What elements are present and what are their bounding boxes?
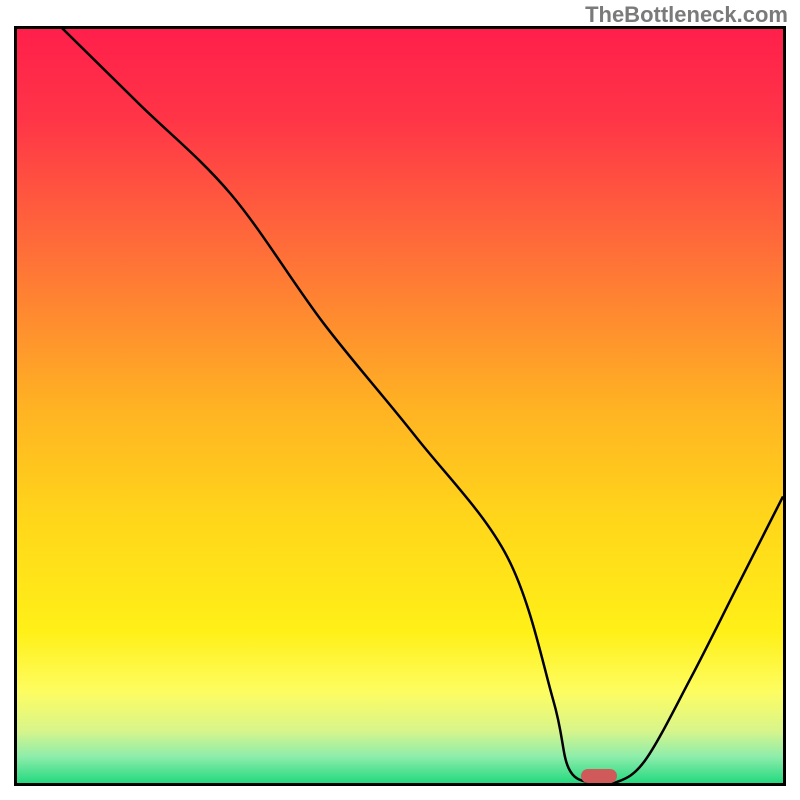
watermark-label: TheBottleneck.com bbox=[585, 2, 788, 28]
chart-frame bbox=[14, 26, 786, 786]
chart-container: TheBottleneck.com bbox=[0, 0, 800, 800]
bottleneck-curve bbox=[17, 29, 783, 783]
optimal-marker bbox=[581, 769, 617, 783]
